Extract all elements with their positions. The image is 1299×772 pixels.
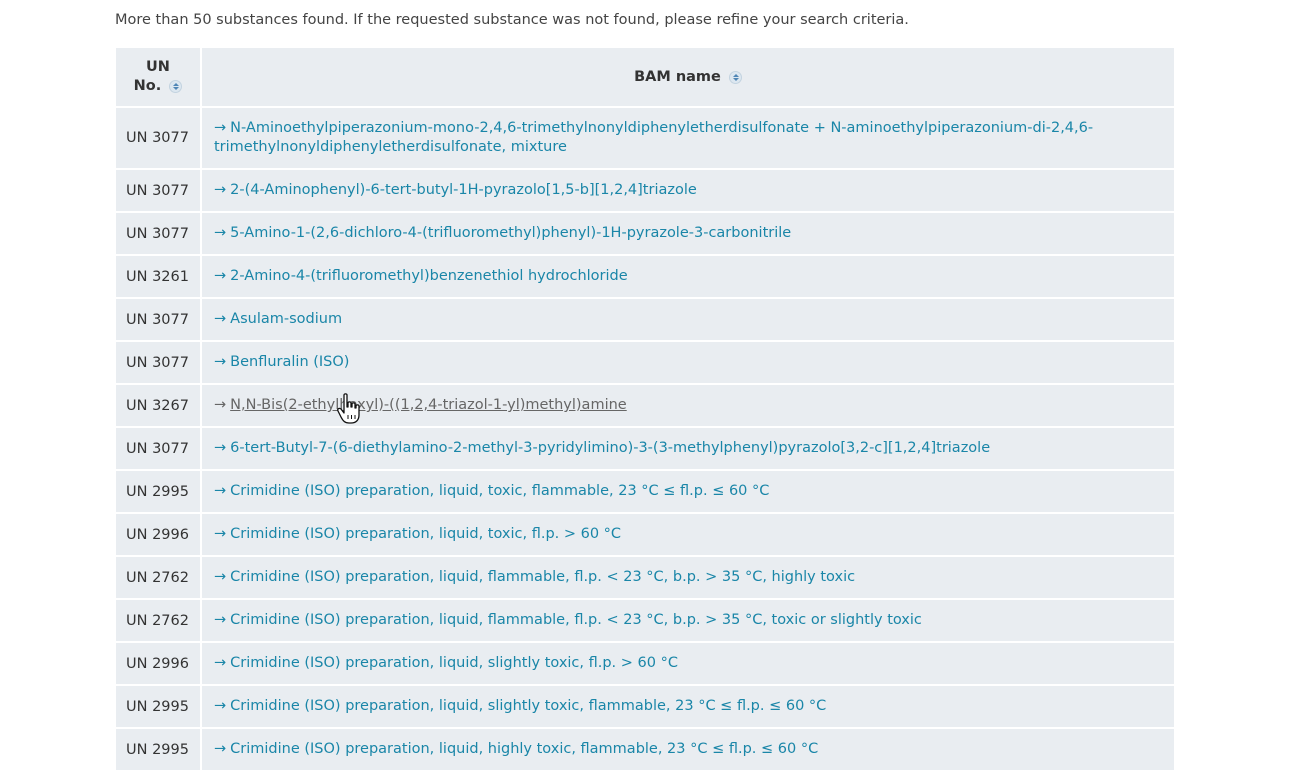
un-number-cell: UN 2995	[116, 471, 202, 514]
table-row: UN 3261 → 2-Amino-4-(trifluoromethyl)benz…	[116, 256, 1174, 299]
column-header-bam-name[interactable]: BAM name	[202, 48, 1174, 108]
table-row: UN 3077 → N-Aminoethylpiperazonium-mono-2…	[116, 108, 1174, 170]
bam-name-cell: → Crimidine (ISO) preparation, liquid, to…	[202, 471, 1174, 514]
un-number-cell: UN 3077	[116, 299, 202, 342]
substance-link[interactable]: Asulam-sodium	[230, 311, 342, 327]
table-row: UN 3077 → 6-tert-Butyl-7-(6-diethylamino-…	[116, 428, 1174, 471]
substance-link[interactable]: Crimidine (ISO) preparation, liquid, fla…	[230, 569, 855, 585]
hand-pointer-cursor-icon	[337, 393, 360, 424]
bam-name-cell: → N-Aminoethylpiperazonium-mono-2,4,6-tri…	[202, 108, 1174, 170]
table-row-hovered: UN 3267 → N,N-Bis(2-ethylhexyl)-((1,2,4-t…	[116, 385, 1174, 428]
bam-name-cell: → 5-Amino-1-(2,6-dichloro-4-(trifluoromet…	[202, 213, 1174, 256]
table-row: UN 3077 → 2-(4-Aminophenyl)-6-tert-butyl-…	[116, 170, 1174, 213]
arrow-right-icon: →	[214, 120, 227, 136]
arrow-right-icon: →	[214, 268, 227, 284]
table-row: UN 2995 → Crimidine (ISO) preparation, li…	[116, 729, 1174, 772]
substance-link[interactable]: Benfluralin (ISO)	[230, 354, 349, 370]
substance-link[interactable]: N-Aminoethylpiperazonium-mono-2,4,6-trim…	[214, 120, 1093, 155]
un-number-cell: UN 2762	[116, 557, 202, 600]
sort-icon[interactable]	[169, 79, 183, 93]
un-number-cell: UN 3267	[116, 385, 202, 428]
arrow-right-icon: →	[214, 225, 227, 241]
substance-link[interactable]: 6-tert-Butyl-7-(6-diethylamino-2-methyl-…	[230, 440, 990, 456]
substance-link[interactable]: N,N-Bis(2-ethylhexyl)-((1,2,4-triazol-1-…	[230, 397, 627, 413]
un-number-cell: UN 2996	[116, 514, 202, 557]
table-header-row: UN No. BAM name	[116, 48, 1174, 108]
arrow-right-icon: →	[214, 354, 227, 370]
substance-link[interactable]: 2-(4-Aminophenyl)-6-tert-butyl-1H-pyrazo…	[230, 182, 697, 198]
table-row: UN 2995 → Crimidine (ISO) preparation, li…	[116, 471, 1174, 514]
un-number-cell: UN 2995	[116, 729, 202, 772]
arrow-right-icon: →	[214, 311, 227, 327]
un-number-cell: UN 3077	[116, 213, 202, 256]
table-row: UN 2996 → Crimidine (ISO) preparation, li…	[116, 643, 1174, 686]
table-row: UN 3077 → 5-Amino-1-(2,6-dichloro-4-(trif…	[116, 213, 1174, 256]
bam-name-cell: → 2-Amino-4-(trifluoromethyl)benzenethiol…	[202, 256, 1174, 299]
substance-link[interactable]: Crimidine (ISO) preparation, liquid, tox…	[230, 483, 769, 499]
un-number-cell: UN 3261	[116, 256, 202, 299]
substance-link[interactable]: Crimidine (ISO) preparation, liquid, sli…	[230, 655, 678, 671]
table-row: UN 3077 → Benfluralin (ISO)	[116, 342, 1174, 385]
un-number-cell: UN 3077	[116, 108, 202, 170]
substances-table: UN No. BAM name UN 3077 → N-Aminoethylpip…	[116, 48, 1174, 772]
arrow-right-icon: →	[214, 698, 227, 714]
arrow-right-icon: →	[214, 612, 227, 628]
bam-name-cell: → Crimidine (ISO) preparation, liquid, to…	[202, 514, 1174, 557]
bam-name-cell: → Crimidine (ISO) preparation, liquid, fl…	[202, 557, 1174, 600]
arrow-right-icon: →	[214, 182, 227, 198]
substance-link[interactable]: 5-Amino-1-(2,6-dichloro-4-(trifluorometh…	[230, 225, 791, 241]
results-notice: More than 50 substances found. If the re…	[115, 12, 909, 28]
substance-link[interactable]: Crimidine (ISO) preparation, liquid, sli…	[230, 698, 826, 714]
arrow-right-icon: →	[214, 483, 227, 499]
un-number-cell: UN 2996	[116, 643, 202, 686]
table-row: UN 3077 → Asulam-sodium	[116, 299, 1174, 342]
bam-name-cell: → Crimidine (ISO) preparation, liquid, sl…	[202, 686, 1174, 729]
sort-icon[interactable]	[728, 70, 742, 84]
bam-name-cell: → Crimidine (ISO) preparation, liquid, hi…	[202, 729, 1174, 772]
bam-name-cell: → Benfluralin (ISO)	[202, 342, 1174, 385]
un-number-cell: UN 2995	[116, 686, 202, 729]
substance-link[interactable]: Crimidine (ISO) preparation, liquid, tox…	[230, 526, 621, 542]
un-number-cell: UN 3077	[116, 342, 202, 385]
arrow-right-icon: →	[214, 569, 227, 585]
un-number-cell: UN 3077	[116, 428, 202, 471]
table-row: UN 2995 → Crimidine (ISO) preparation, li…	[116, 686, 1174, 729]
bam-name-cell: → Crimidine (ISO) preparation, liquid, fl…	[202, 600, 1174, 643]
substance-link[interactable]: Crimidine (ISO) preparation, liquid, hig…	[230, 741, 818, 757]
un-number-cell: UN 3077	[116, 170, 202, 213]
table-row: UN 2762 → Crimidine (ISO) preparation, li…	[116, 600, 1174, 643]
column-header-un-number[interactable]: UN No.	[116, 48, 202, 108]
arrow-right-icon: →	[214, 526, 227, 542]
arrow-right-icon: →	[214, 741, 227, 757]
un-number-cell: UN 2762	[116, 600, 202, 643]
bam-name-cell: → 6-tert-Butyl-7-(6-diethylamino-2-methyl…	[202, 428, 1174, 471]
table-row: UN 2762 → Crimidine (ISO) preparation, li…	[116, 557, 1174, 600]
substance-link[interactable]: Crimidine (ISO) preparation, liquid, fla…	[230, 612, 922, 628]
bam-name-cell: → Asulam-sodium	[202, 299, 1174, 342]
bam-name-cell: → 2-(4-Aminophenyl)-6-tert-butyl-1H-pyraz…	[202, 170, 1174, 213]
bam-name-cell: → Crimidine (ISO) preparation, liquid, sl…	[202, 643, 1174, 686]
substance-link[interactable]: 2-Amino-4-(trifluoromethyl)benzenethiol …	[230, 268, 628, 284]
arrow-right-icon: →	[214, 397, 227, 413]
table-row: UN 2996 → Crimidine (ISO) preparation, li…	[116, 514, 1174, 557]
arrow-right-icon: →	[214, 440, 227, 456]
arrow-right-icon: →	[214, 655, 227, 671]
